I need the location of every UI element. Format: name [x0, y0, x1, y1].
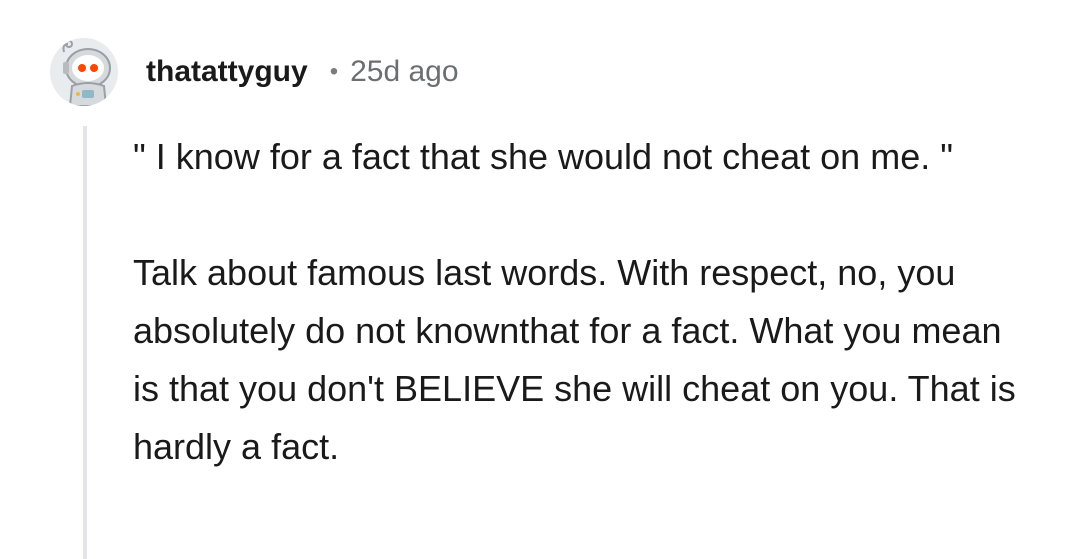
timestamp: 25d ago [350, 55, 459, 88]
comment: thatattyguy • 25d ago " I know for a fac… [0, 0, 1079, 559]
comment-body: " I know for a fact that she would not c… [133, 128, 1033, 476]
snoo-astronaut-avatar-icon [50, 38, 118, 106]
avatar[interactable] [50, 38, 118, 106]
comment-paragraph-reply: Talk about famous last words. With respe… [133, 252, 1026, 467]
meta-separator: • [329, 58, 339, 85]
comment-paragraph-quote: " I know for a fact that she would not c… [133, 136, 954, 177]
comment-header: thatattyguy • 25d ago [50, 36, 459, 108]
username[interactable]: thatattyguy [146, 55, 308, 89]
thread-line[interactable] [83, 126, 87, 559]
